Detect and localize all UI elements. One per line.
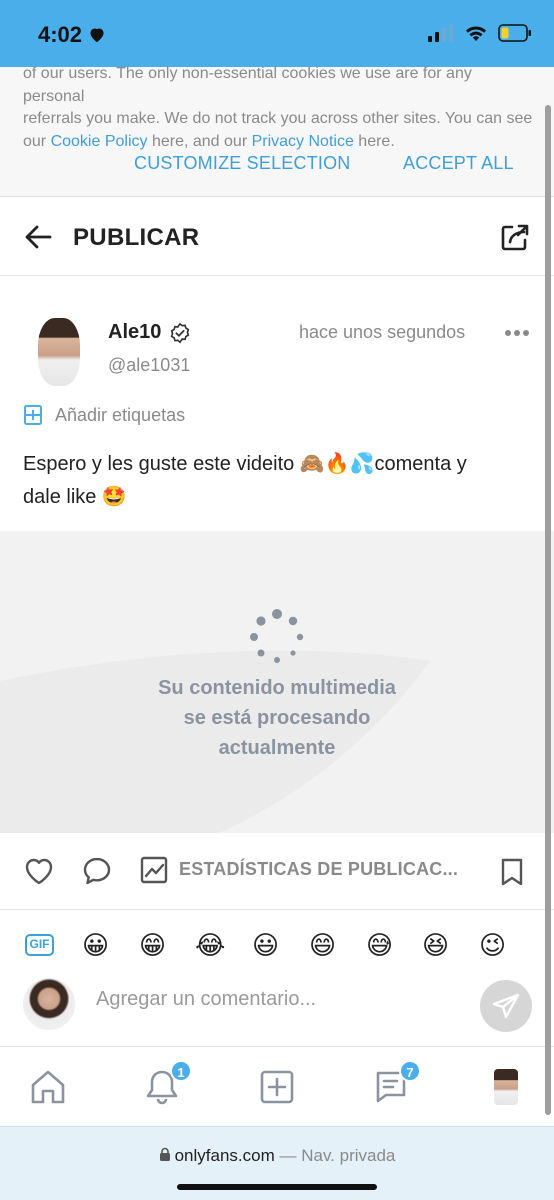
url-domain[interactable]: onlyfans.com [175,1146,275,1165]
notifications-badge: 1 [170,1060,192,1082]
author-handle[interactable]: @ale1031 [108,355,190,376]
share-icon[interactable] [500,222,530,252]
create-post-icon[interactable] [257,1067,297,1107]
home-indicator[interactable] [177,1184,377,1190]
lock-icon [159,1147,170,1161]
emoji-wink[interactable]: 😉 [479,925,506,965]
add-tags-button[interactable]: Añadir etiquetas [23,404,185,426]
heart-icon [90,28,104,43]
emoji-smiley[interactable]: 😃 [252,925,279,965]
emoji-sweat-smile[interactable]: 😅 [366,925,393,965]
processing-line-2: se está procesando [183,707,371,729]
post-actions-bar: ESTADÍSTICAS DE PUBLICAC... [0,834,554,910]
post-caption-line-2: dale like 🤩 [23,486,127,508]
send-comment-button[interactable] [480,980,532,1032]
current-user-avatar [23,978,75,1030]
like-heart-icon[interactable] [24,857,54,885]
post-statistics-button[interactable]: ESTADÍSTICAS DE PUBLICAC... [179,859,458,880]
verified-badge-icon [171,322,190,343]
statistics-chart-icon[interactable] [140,856,168,884]
url-display[interactable]: onlyfans.com — Nav. privada [0,1146,554,1166]
loading-spinner-icon [250,609,304,663]
customize-selection-button[interactable]: CUSTOMIZE SELECTION [134,153,351,174]
post-timestamp: hace unos segundos [299,322,466,342]
page-header: PUBLICAR [0,198,554,276]
author-avatar[interactable] [38,318,80,386]
bookmark-icon[interactable] [500,857,524,887]
accept-all-button[interactable]: ACCEPT ALL [403,153,514,174]
comment-bubble-icon[interactable] [82,856,112,886]
cookie-line-2: referrals you make. We do not track you … [23,110,533,127]
cookie-line-3-prefix: our [23,132,51,150]
emoji-smile[interactable]: 😄 [309,925,336,965]
add-tags-label[interactable]: Añadir etiquetas [55,405,185,426]
cookie-line-3-middle: here, and our [147,132,252,150]
cookie-banner: of our users. The only non-essential coo… [0,65,554,197]
emoji-grinning[interactable]: 😀 [82,925,109,965]
private-mode-label: — Nav. privada [274,1146,396,1165]
emoji-beaming[interactable]: 😁 [139,925,166,965]
cookie-line-3: our Cookie Policy here, and our Privacy … [23,131,533,154]
media-processing-area: Su contenido multimedia se está procesan… [0,531,554,833]
back-arrow-icon[interactable] [24,225,52,249]
page-title: PUBLICAR [73,224,200,251]
cookie-notice-text: of our users. The only non-essential coo… [23,63,533,153]
home-icon[interactable] [28,1067,68,1107]
processing-line-3: actualmente [218,737,336,759]
wifi-icon [466,26,486,41]
more-options-icon[interactable] [504,329,530,337]
cookie-line-3-suffix: here. [353,132,395,150]
cookie-policy-link[interactable]: Cookie Policy [51,133,148,150]
author-display-name[interactable]: Ale10 [108,321,161,344]
status-bar: 4:02 [0,0,554,67]
messages-badge: 7 [399,1060,421,1082]
status-time: 4:02 [38,22,106,48]
privacy-notice-link[interactable]: Privacy Notice [252,133,354,150]
browser-address-bar: onlyfans.com — Nav. privada [0,1126,554,1200]
cookie-line-1: of our users. The only non-essential coo… [23,65,472,105]
profile-avatar-nav[interactable] [494,1069,518,1105]
emoji-quick-bar: 😀 😁 😂 😃 😄 😅 😆 😉 [0,925,554,965]
send-icon [492,993,520,1019]
cellular-signal-icon [428,24,453,42]
emoji-laughing[interactable]: 😆 [422,925,449,965]
tag-icon [24,405,42,425]
author-name[interactable]: Ale10 [108,321,191,344]
processing-message: Su contenido multimedia se está procesan… [0,673,554,763]
emoji-tears-of-joy[interactable]: 😂 [195,925,225,965]
post-caption: Espero y les guste este videito 🙈🔥💦comen… [23,448,533,514]
comment-input[interactable]: Agregar un comentario... [96,988,316,1011]
clock-text: 4:02 [38,22,83,47]
processing-line-1: Su contenido multimedia [158,677,396,699]
scrollbar[interactable] [545,105,551,1115]
post-caption-line-1: Espero y les guste este videito 🙈🔥💦comen… [23,453,467,475]
status-icons [428,24,532,42]
bottom-navigation: 1 7 [0,1046,554,1126]
battery-icon [498,24,531,42]
